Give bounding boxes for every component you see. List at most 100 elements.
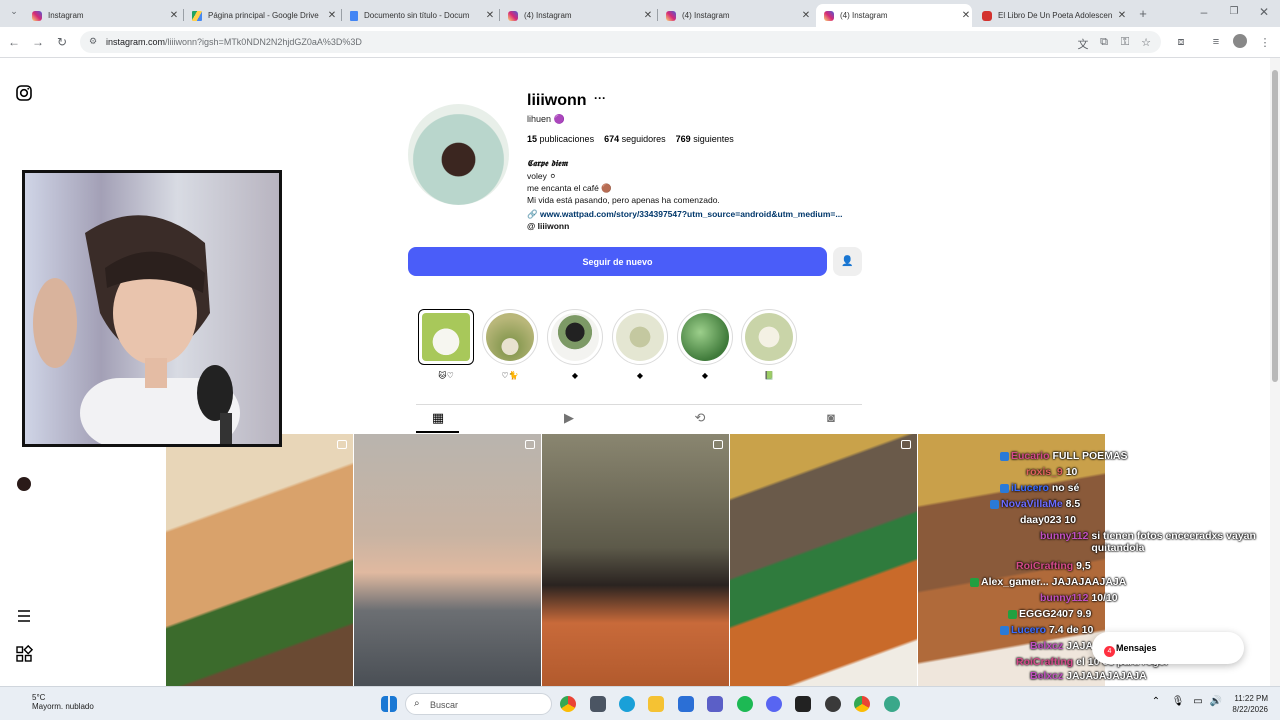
chat-message: Belxcz JAJAJAJAJAJA	[1030, 670, 1147, 682]
reels-icon[interactable]: ▶	[562, 411, 576, 425]
obs-icon[interactable]	[825, 696, 841, 712]
subscriber-badge-icon	[1000, 625, 1009, 635]
new-tab-icon[interactable]: +	[1135, 6, 1151, 21]
more-options-icon[interactable]: ···	[594, 91, 606, 105]
more-menu-icon[interactable]	[14, 606, 34, 626]
tab-search-icon[interactable]: ⌄	[6, 6, 22, 17]
post-tile[interactable]	[354, 434, 541, 686]
threads-badge[interactable]: @ liiiwonn	[527, 221, 569, 231]
following-stat[interactable]: 769 siguientes	[676, 134, 734, 144]
close-icon[interactable]: ✕	[800, 10, 812, 21]
profile-username: liiiwonn	[527, 92, 587, 109]
media-controls-icon[interactable]: ≡	[1209, 36, 1223, 48]
extensions-icon[interactable]: ⧈	[1174, 36, 1188, 49]
app-icon[interactable]	[884, 696, 900, 712]
chat-text: JAJAJAJAJAJA	[1066, 670, 1147, 682]
password-key-icon[interactable]: ⚿	[1118, 36, 1132, 49]
chat-username: iLucero	[1011, 482, 1049, 494]
windows-start-icon[interactable]	[381, 696, 397, 712]
chrome-menu-icon[interactable]: ⋮	[1258, 36, 1272, 49]
browser-tab[interactable]: El Libro De Un Poeta Adolescen ✕	[976, 4, 1128, 27]
also-from-meta-icon[interactable]	[14, 644, 34, 664]
teams-icon[interactable]	[707, 696, 723, 712]
browser-tab[interactable]: (4) Instagram ✕	[502, 4, 654, 27]
post-tile[interactable]	[542, 434, 729, 686]
mail-icon[interactable]	[678, 696, 694, 712]
chat-message: Lucero 7.4 de 10	[1000, 624, 1093, 636]
profile-avatar-icon[interactable]	[14, 474, 34, 494]
post-tile[interactable]	[166, 434, 353, 686]
subscriber-badge-icon	[990, 499, 999, 509]
close-icon[interactable]: ✕	[484, 10, 496, 21]
browser-tab[interactable]: Instagram ✕	[26, 4, 180, 27]
story-highlight[interactable]: ◆	[612, 309, 668, 380]
epic-games-icon[interactable]	[795, 696, 811, 712]
address-bar[interactable]: ⚙ instagram.com/liiiwonn?igsh=MTk0NDN2N2…	[80, 31, 1161, 53]
followers-stat[interactable]: 674 seguidores	[604, 134, 666, 144]
highlight-label: ◆	[701, 371, 709, 380]
instagram-logo-icon[interactable]	[14, 83, 34, 103]
close-icon[interactable]: ✕	[168, 10, 180, 21]
system-clock[interactable]: 11:22 PM 8/22/2026	[1232, 693, 1268, 715]
suggested-accounts-button[interactable]: 👤	[833, 247, 862, 276]
close-icon[interactable]: ✕	[642, 10, 654, 21]
instagram-favicon-icon	[32, 10, 42, 21]
story-highlight[interactable]: 🐱♡	[418, 309, 474, 380]
chat-message: iLucero no sé	[1000, 482, 1079, 494]
close-window-icon[interactable]: ✕	[1256, 5, 1272, 19]
browser-tab-active[interactable]: (4) Instagram ✕	[816, 4, 972, 27]
restore-icon[interactable]: ❐	[1226, 6, 1242, 17]
bio-link[interactable]: www.wattpad.com/story/334397547?utm_sour…	[540, 209, 842, 219]
close-icon[interactable]: ✕	[1116, 10, 1128, 21]
chat-text: si tienen fotos enceeradxs vayan quitand…	[1091, 530, 1256, 554]
close-icon[interactable]: ✕	[960, 10, 972, 21]
tagged-icon[interactable]: ◙	[824, 411, 838, 425]
chrome-icon[interactable]	[560, 696, 576, 712]
forward-icon[interactable]: →	[30, 35, 46, 49]
story-highlight[interactable]: ♡🐈	[482, 309, 538, 380]
reposts-icon[interactable]: ⟲	[693, 411, 707, 425]
microphone-icon[interactable]: 🎙	[1170, 696, 1186, 712]
chat-username: RoiCrafting	[1016, 560, 1074, 572]
site-info-icon[interactable]: ⚙	[86, 36, 100, 47]
tray-chevron-icon[interactable]: ⌃	[1148, 696, 1164, 712]
subscriber-badge-icon	[1000, 483, 1009, 493]
spotify-icon[interactable]	[737, 696, 753, 712]
bookmark-star-icon[interactable]: ☆	[1139, 36, 1153, 49]
browser-tab[interactable]: Página principal - Google Drive ✕	[186, 4, 338, 27]
close-icon[interactable]: ✕	[326, 10, 338, 21]
network-icon[interactable]: ▭	[1190, 696, 1206, 712]
minimize-icon[interactable]: –	[1196, 5, 1212, 19]
translate-icon[interactable]: 文	[1076, 36, 1090, 52]
file-explorer-icon[interactable]	[648, 696, 664, 712]
active-tab-indicator	[416, 431, 459, 433]
app-store-icon[interactable]	[590, 696, 606, 712]
post-tile[interactable]	[730, 434, 917, 686]
bio-link-row: 🔗 www.wattpad.com/story/334397547?utm_so…	[527, 209, 842, 220]
profile-picture[interactable]	[408, 104, 509, 205]
browser-tab[interactable]: Documento sin título - Docum ✕	[344, 4, 496, 27]
edge-icon[interactable]	[619, 696, 635, 712]
taskbar-search[interactable]: ⌕ Buscar	[405, 693, 552, 715]
story-highlight[interactable]: 📗	[741, 309, 797, 380]
messages-button[interactable]: 4 Mensajes	[1092, 632, 1244, 664]
posts-grid-icon[interactable]: ▦	[431, 411, 445, 425]
tab-title: Instagram	[48, 11, 84, 20]
browser-toolbar: ← → ↻ ⚙ instagram.com/liiiwonn?igsh=MTk0…	[0, 27, 1280, 58]
install-app-icon[interactable]: ⧉	[1097, 36, 1111, 49]
reload-icon[interactable]: ↻	[54, 35, 70, 49]
story-highlight[interactable]: ◆	[677, 309, 733, 380]
weather-desc: Mayorm. nublado	[32, 702, 94, 711]
profile-avatar-icon[interactable]	[1233, 34, 1247, 48]
browser-tab[interactable]: (4) Instagram ✕	[660, 4, 812, 27]
page-scrollbar[interactable]	[1270, 58, 1280, 686]
chat-username: Lucero	[1011, 624, 1047, 636]
discord-icon[interactable]	[766, 696, 782, 712]
volume-icon[interactable]: 🔊	[1208, 696, 1224, 712]
story-highlight[interactable]: ◆	[547, 309, 603, 380]
follow-again-button[interactable]: Seguir de nuevo	[408, 247, 827, 276]
scrollbar-thumb[interactable]	[1272, 70, 1278, 382]
back-icon[interactable]: ←	[6, 35, 22, 49]
weather-widget[interactable]: 5°C Mayorm. nublado	[12, 693, 94, 711]
chrome-icon[interactable]	[854, 696, 870, 712]
